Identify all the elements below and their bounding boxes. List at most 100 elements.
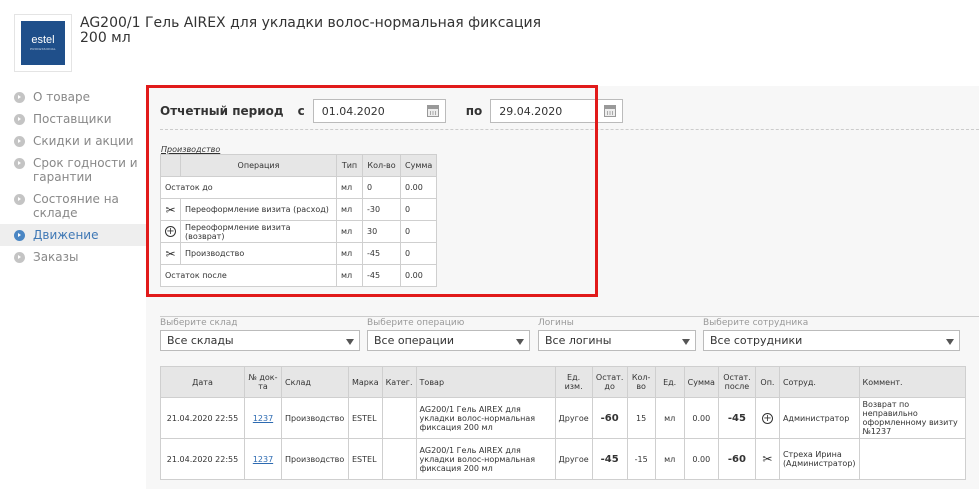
column-header: Склад: [281, 366, 349, 398]
sum-cell: 0.00: [683, 397, 719, 439]
table-row: Остаток до мл 0 0.00: [160, 176, 438, 199]
qty-cell: -30: [362, 198, 401, 221]
product-title-line2: 200 мл: [80, 30, 131, 46]
column-header: Остат. до: [591, 366, 628, 398]
sidebar-item-label: Состояние на складе: [33, 192, 119, 220]
scissors-icon: ✂: [754, 438, 780, 480]
logins-filter-label: Логины: [538, 318, 574, 328]
operation-cell: Переоформление визита (возврат): [180, 220, 337, 243]
arrow-bullet-icon: [14, 114, 25, 125]
employee-cell: Стреха Ирина (Администратор): [778, 438, 860, 480]
column-header: Кол-во: [362, 154, 401, 177]
sidebar-item-movement[interactable]: Движение: [0, 224, 146, 246]
product-title: AG200/1 Гель AIREX для укладки волос-нор…: [80, 16, 541, 46]
product-cell: AG200/1 Гель AIREX для укладки волос-нор…: [415, 438, 556, 480]
sidebar-item-orders[interactable]: Заказы: [0, 246, 146, 268]
table-row: 21.04.2020 22:55 1237 Производство ESTEL…: [160, 438, 966, 480]
column-header: Оп.: [754, 366, 780, 398]
doc-link[interactable]: 1237: [253, 414, 273, 423]
employee-select-value: Все сотрудники: [710, 334, 803, 347]
sidebar-item-stock[interactable]: Состояние на складе: [0, 188, 146, 224]
qty-cell: 30: [362, 220, 401, 243]
operation-filter-label: Выберите операцию: [367, 318, 465, 328]
operation-cell: Остаток после: [160, 264, 337, 287]
qty-cell: 15: [626, 397, 656, 439]
column-header: Марка: [348, 366, 383, 398]
brand-cell: ESTEL: [348, 397, 383, 439]
employee-cell: Администратор: [778, 397, 860, 439]
table-header-row: Операция Тип Кол-во Сумма: [160, 154, 438, 177]
brand-cell: ESTEL: [348, 438, 383, 480]
unit-cell: мл: [654, 438, 685, 480]
movements-table: Дата № док-та Склад Марка Катег. Товар Е…: [160, 366, 966, 480]
column-header: Кол-во: [626, 366, 656, 398]
qty-cell: -45: [362, 264, 401, 287]
arrow-bullet-icon: [14, 92, 25, 103]
column-header: Дата: [160, 366, 245, 398]
sidebar-item-label: О товаре: [33, 90, 91, 104]
operation-cell: Остаток до: [160, 176, 337, 199]
comment-cell: [858, 438, 966, 480]
logo-text: estel: [31, 34, 55, 46]
divider: [160, 129, 979, 130]
type-cell: мл: [336, 220, 363, 243]
doc-cell: 1237: [244, 438, 282, 480]
column-header: Ед. изм.: [554, 366, 593, 398]
comment-cell: Возврат по неправильно оформленному визи…: [858, 397, 966, 439]
qty-cell: -15: [626, 438, 656, 480]
date-cell: 21.04.2020 22:55: [160, 397, 245, 439]
sidebar-item-suppliers[interactable]: Поставщики: [0, 108, 146, 130]
period-to-label: по: [465, 104, 483, 118]
date-cell: 21.04.2020 22:55: [160, 438, 245, 480]
sum-cell: 0: [399, 220, 438, 243]
column-header: Сотруд.: [778, 366, 860, 398]
table-row: ✂ Производство мл -45 0: [160, 242, 438, 265]
period-from-label: с: [297, 104, 305, 118]
warehouse-select[interactable]: Все склады: [160, 330, 360, 351]
doc-link[interactable]: 1237: [253, 455, 273, 464]
column-header: № док-та: [244, 366, 282, 398]
sidebar-item-discounts[interactable]: Скидки и акции: [0, 130, 146, 152]
unit-cell: Другое: [554, 397, 593, 439]
arrow-bullet-icon: [14, 252, 25, 263]
warehouse-cell: Производство: [281, 438, 349, 480]
unit-cell: мл: [654, 397, 685, 439]
column-header: Тип: [336, 154, 363, 177]
calendar-icon[interactable]: [426, 105, 439, 117]
operation-cell: Производство: [180, 242, 337, 265]
sum-cell: 0.00: [399, 264, 438, 287]
production-title: Производство: [161, 145, 221, 154]
sum-cell: 0: [399, 198, 438, 221]
product-image: estel PROFESSIONAL: [14, 14, 72, 72]
logins-filter: Логины Все логины: [538, 318, 696, 351]
date-to-value: 29.04.2020: [499, 104, 563, 118]
column-header: Остат. после: [717, 366, 756, 398]
date-to-input[interactable]: 29.04.2020: [490, 99, 624, 123]
type-cell: мл: [336, 176, 363, 199]
column-header: Сумма: [683, 366, 719, 398]
doc-cell: 1237: [244, 397, 282, 439]
operation-select[interactable]: Все операции: [367, 330, 530, 351]
operation-cell: Переоформление визита (расход): [180, 198, 337, 221]
production-summary-table: Операция Тип Кол-во Сумма Остаток до мл …: [160, 154, 438, 287]
logins-select[interactable]: Все логины: [538, 330, 696, 351]
sidebar-item-label: Срок годности и гарантии: [33, 156, 138, 184]
category-cell: [381, 438, 417, 480]
product-cell: AG200/1 Гель AIREX для укладки волос-нор…: [415, 397, 556, 439]
employee-select[interactable]: Все сотрудники: [703, 330, 960, 351]
warehouse-filter: Выберите склад Все склады: [160, 318, 360, 351]
operation-filter: Выберите операцию Все операции: [367, 318, 530, 351]
sum-cell: 0: [399, 242, 438, 265]
column-header: Товар: [415, 366, 556, 398]
sidebar-item-expiry[interactable]: Срок годности и гарантии: [0, 152, 146, 188]
table-header-row: Дата № док-та Склад Марка Катег. Товар Е…: [160, 366, 966, 398]
sidebar-item-label: Скидки и акции: [33, 134, 134, 148]
calendar-icon[interactable]: [604, 105, 617, 117]
qty-cell: -45: [362, 242, 401, 265]
report-period: Отчетный период с 01.04.2020 по 29.04.20…: [160, 99, 624, 123]
rest-after-cell: -60: [717, 438, 756, 480]
sidebar-item-about[interactable]: О товаре: [0, 86, 146, 108]
table-row: ✂ Переоформление визита (расход) мл -30 …: [160, 198, 438, 221]
date-from-input[interactable]: 01.04.2020: [312, 99, 446, 123]
sidebar-item-label: Заказы: [33, 250, 79, 264]
